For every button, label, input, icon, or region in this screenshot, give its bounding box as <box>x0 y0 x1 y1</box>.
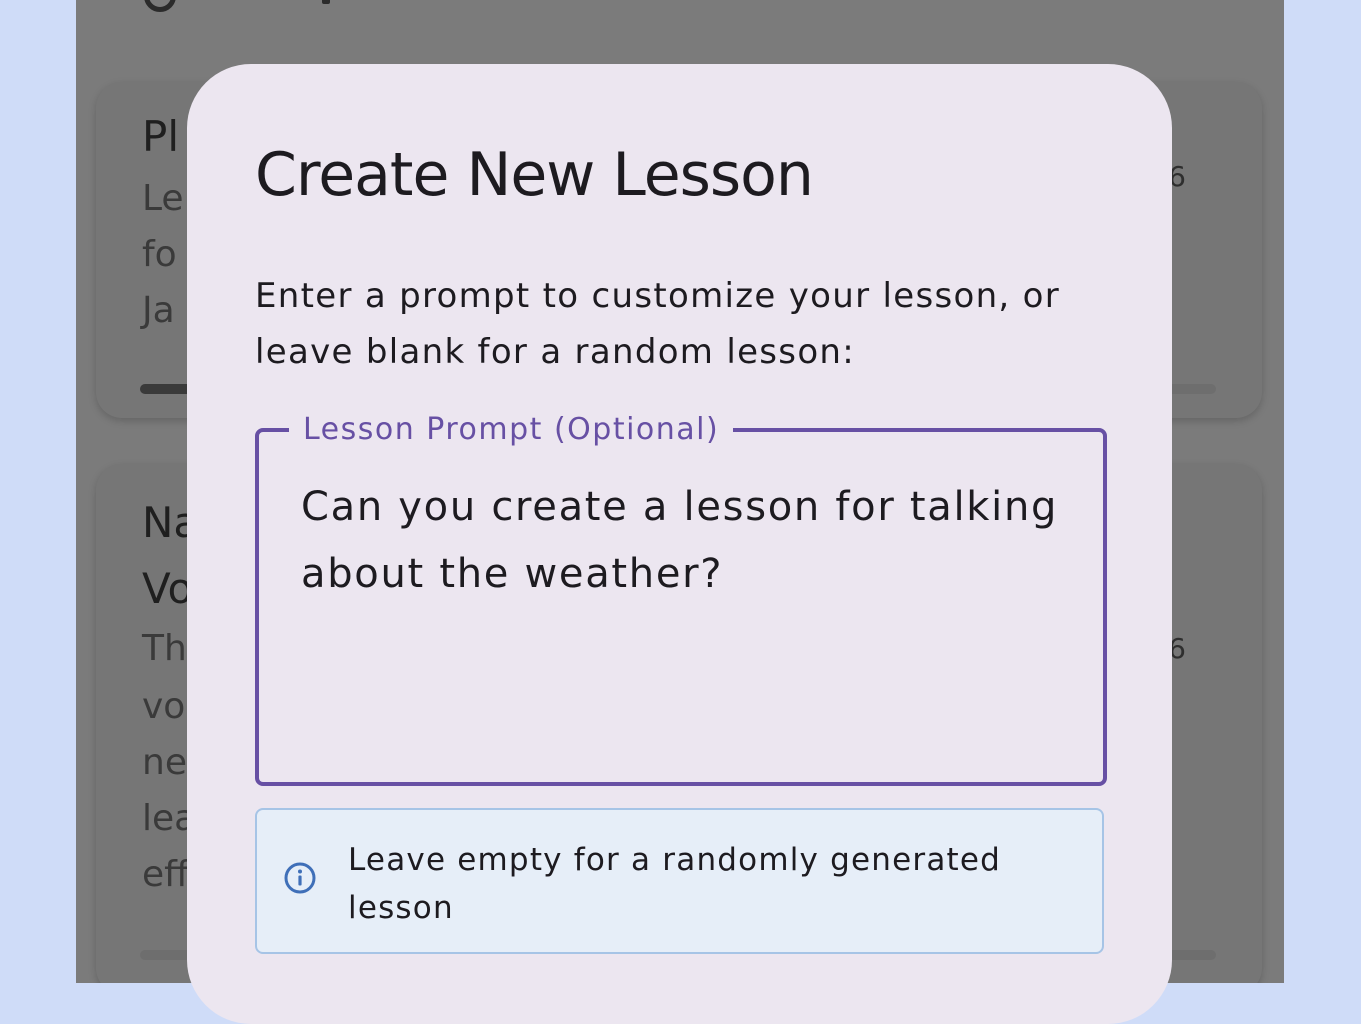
top-bar <box>144 0 344 12</box>
info-banner: Leave empty for a randomly generated les… <box>255 808 1104 954</box>
lesson-card-description-line: Th <box>142 628 187 669</box>
search-icon <box>144 0 176 12</box>
top-bar-text-fragment <box>322 0 330 4</box>
info-text: Leave empty for a randomly generated les… <box>348 842 1002 926</box>
lesson-card-title-line: Vo <box>142 564 194 613</box>
lesson-card-description-line: Ja <box>142 290 175 331</box>
dialog-description: Enter a prompt to customize your lesson,… <box>255 276 1061 372</box>
lesson-card-description-line: ne <box>142 742 187 783</box>
lesson-prompt-label: Lesson Prompt (Optional) <box>289 410 734 450</box>
lesson-card-description-line: vo <box>142 686 186 727</box>
lesson-prompt-input[interactable]: Can you create a lesson for talking abou… <box>301 474 1061 608</box>
lesson-card-description-line: Le <box>142 178 184 219</box>
lesson-prompt-field[interactable]: Lesson Prompt (Optional) Can you create … <box>255 410 1107 786</box>
create-lesson-dialog: Create New Lesson Enter a prompt to cust… <box>187 64 1172 1024</box>
info-icon <box>284 862 316 894</box>
dialog-title: Create New Lesson <box>255 140 814 210</box>
lesson-card-description-line: fo <box>142 234 177 275</box>
lesson-card-description-line: eff <box>142 854 189 895</box>
lesson-card-title: Pl <box>142 112 179 161</box>
